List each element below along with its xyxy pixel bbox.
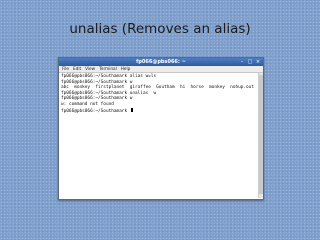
terminal-line: abc monkey firstplanet giraffee Goutham …	[61, 85, 254, 91]
window-controls: – □ ×	[239, 59, 261, 65]
window-title: fp066@pbs066: ~	[136, 59, 186, 65]
terminal-prompt: fp066@pbs066:~/Southamark	[61, 108, 130, 114]
menubar: File Edit View Terminal Help	[59, 66, 263, 73]
menu-help[interactable]: Help	[121, 66, 131, 72]
window-titlebar[interactable]: fp066@pbs066: ~ – □ ×	[59, 58, 263, 66]
minimize-icon[interactable]: –	[239, 59, 245, 65]
terminal-window: fp066@pbs066: ~ – □ × File Edit View Ter…	[58, 57, 264, 200]
menu-view[interactable]: View	[85, 66, 95, 72]
maximize-icon[interactable]: □	[247, 59, 253, 65]
terminal-prompt-line: fp066@pbs066:~/Southamark	[61, 107, 263, 115]
terminal-output[interactable]: fp066@pbs066:~/Southamark alias w=ls fp0…	[59, 73, 263, 198]
menu-file[interactable]: File	[62, 66, 69, 72]
scrollbar-thumb[interactable]	[259, 75, 263, 194]
slide-title: unalias (Removes an alias)	[69, 21, 251, 37]
scrollbar[interactable]	[258, 73, 263, 198]
menu-edit[interactable]: Edit	[73, 66, 81, 72]
menu-terminal[interactable]: Terminal	[99, 66, 117, 72]
close-icon[interactable]: ×	[255, 59, 261, 65]
text-cursor	[130, 107, 134, 113]
